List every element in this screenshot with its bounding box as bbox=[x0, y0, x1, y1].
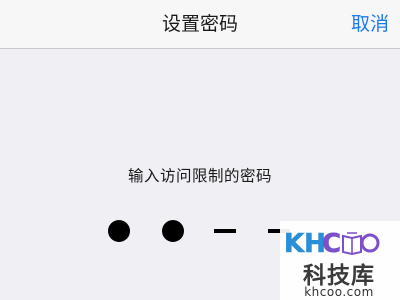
page-title: 设置密码 bbox=[161, 13, 238, 35]
cancel-button[interactable]: 取消 bbox=[351, 0, 389, 49]
khcoo-logo: KH C bbox=[284, 229, 380, 259]
watermark: KH C 科技库 khcoo.com bbox=[280, 221, 400, 300]
passcode-digit-3[interactable] bbox=[214, 229, 236, 233]
passcode-digit-2[interactable] bbox=[162, 220, 184, 242]
navigation-bar: 设置密码 取消 bbox=[0, 0, 400, 49]
book-icon bbox=[342, 232, 362, 256]
passcode-prompt: 输入访问限制的密码 bbox=[127, 167, 272, 185]
svg-text:C: C bbox=[322, 229, 341, 259]
passcode-digit-1[interactable] bbox=[108, 220, 130, 242]
watermark-url: khcoo.com bbox=[304, 285, 374, 299]
svg-text:KH: KH bbox=[284, 229, 326, 259]
